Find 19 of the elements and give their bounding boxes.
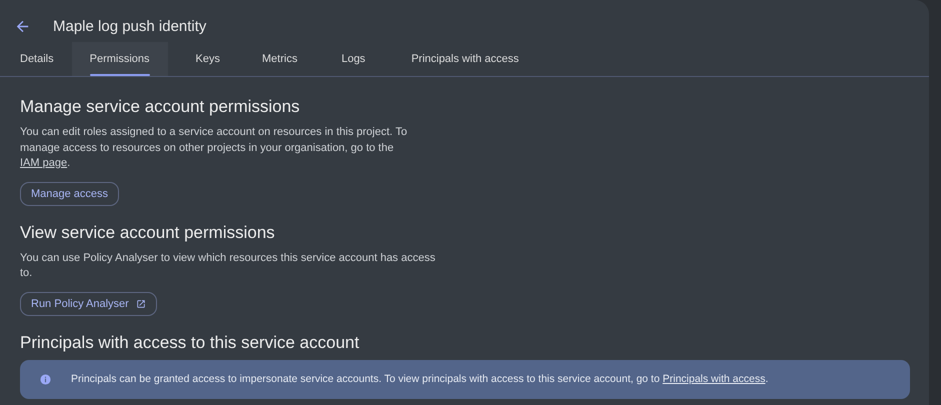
action-button[interactable]: Manage access xyxy=(20,182,120,206)
page-title: Maple log push identity xyxy=(53,18,206,34)
description-text: You can use Policy Analyser to view which resources this service account has access to. xyxy=(20,250,436,281)
section-heading: Manage service account permissions xyxy=(20,97,301,117)
iam-page-link[interactable]: IAM page xyxy=(20,157,68,169)
action-button[interactable]: Run Policy Analyser xyxy=(20,292,157,316)
tab[interactable]: Details xyxy=(2,42,72,76)
description-text: You can edit roles assigned to a service account on resources in this project. To manage access to resources on other projects in your organisation, go to the IAM page. xyxy=(20,125,408,171)
section-heading: Principals with access to this service account xyxy=(20,332,360,352)
banner-text: Principals can be granted access to impersonate service accounts. To view principals with access to this service account, go to Principals with access. xyxy=(71,373,768,385)
section-heading: View service account permissions xyxy=(20,222,276,242)
principals-link[interactable]: Principals with access xyxy=(662,373,766,385)
info-icon xyxy=(40,374,51,384)
tab[interactable]: Principals with access xyxy=(393,42,537,76)
tab[interactable]: Logs xyxy=(323,42,384,76)
tab[interactable]: Permissions xyxy=(72,42,168,76)
external-link-icon xyxy=(136,298,146,308)
tab[interactable]: Metrics xyxy=(244,42,316,76)
tab[interactable]: Keys xyxy=(178,42,238,76)
